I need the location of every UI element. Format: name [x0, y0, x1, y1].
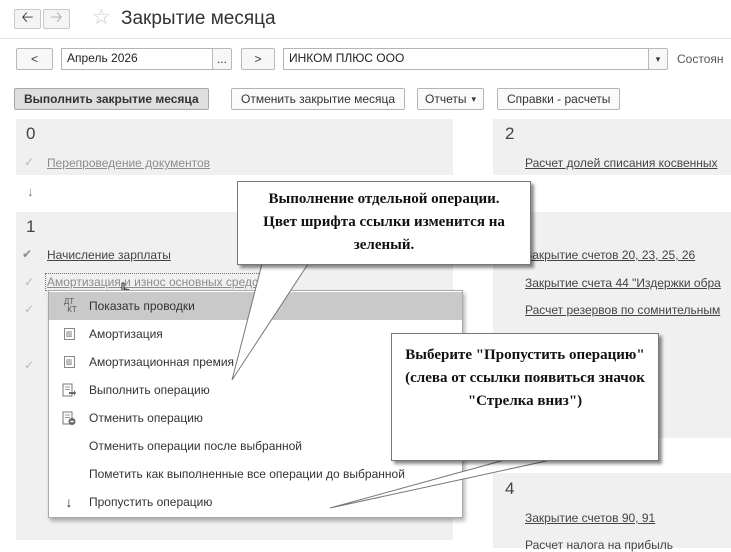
callout-top: Выполнение отдельной операции. Цвет шриф…	[237, 181, 531, 265]
callout-pointers	[231, 263, 561, 509]
callout-top-pointer	[231, 263, 309, 381]
callout-bottom: Выберите "Пропустить операцию" (слева от…	[391, 333, 659, 461]
callout-bottom-pointer	[329, 457, 561, 509]
